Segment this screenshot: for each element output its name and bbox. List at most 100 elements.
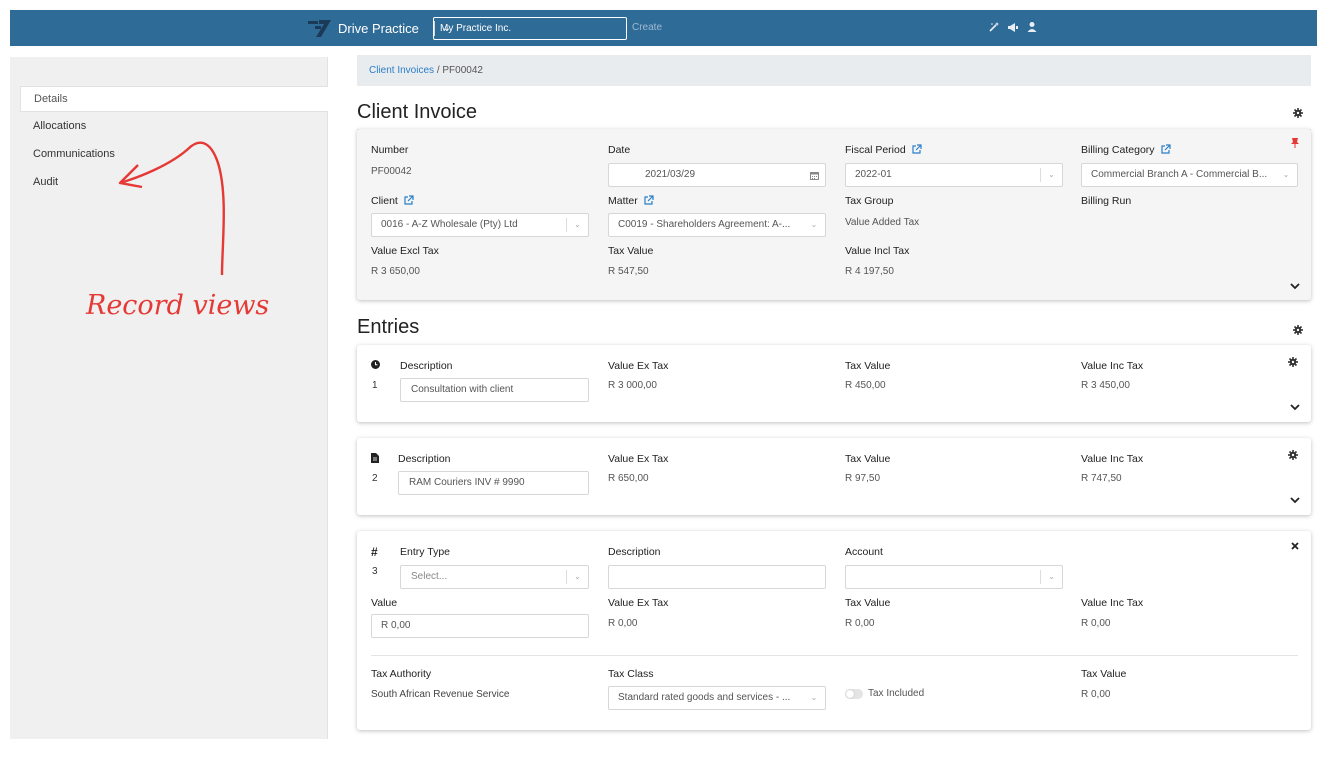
entry-description-label: Description: [398, 453, 451, 465]
user-icon[interactable]: [1026, 21, 1038, 33]
client-select[interactable]: 0016 - A-Z Wholesale (Pty) Ltd ⌄: [371, 213, 589, 237]
billing-category-label-text: Billing Category: [1081, 144, 1155, 156]
tax-class-value: Standard rated goods and services - ...: [618, 692, 791, 703]
fiscal-period-label-text: Fiscal Period: [845, 144, 906, 156]
sidebar-item-details[interactable]: Details: [20, 86, 328, 112]
entry-number: 2: [372, 473, 378, 484]
billing-category-label: Billing Category: [1081, 144, 1171, 156]
entry-value-ex-tax-label: Value Ex Tax: [608, 360, 669, 372]
chevron-down-icon: ⌄: [566, 218, 588, 232]
entry-card-2: 2 Description RAM Couriers INV # 9990 Va…: [357, 438, 1311, 515]
entry-value-inc-tax: R 3 450,00: [1081, 380, 1130, 391]
chevron-down-icon: ⌄: [1282, 170, 1290, 179]
entry-value-inc-tax-label: Value Inc Tax: [1081, 453, 1144, 465]
breadcrumb-current: PF00042: [442, 65, 483, 76]
number-label: Number: [371, 144, 409, 156]
entry-value-ex-tax: R 3 000,00: [608, 380, 657, 391]
entry-value-ex-tax: R 650,00: [608, 473, 649, 484]
client-value: 0016 - A-Z Wholesale (Pty) Ltd: [381, 219, 518, 230]
matter-value: C0019 - Shareholders Agreement: A-...: [618, 219, 791, 230]
entry-type-select[interactable]: Select... ⌄: [400, 565, 589, 589]
billing-run-label: Billing Run: [1081, 195, 1132, 207]
create-link[interactable]: Create: [632, 22, 662, 33]
expand-chevron-icon[interactable]: [1289, 282, 1301, 290]
tax-class-select[interactable]: Standard rated goods and services - ... …: [608, 686, 826, 710]
tax-value: R 0,00: [1081, 689, 1111, 700]
entry-tax-value: R 450,00: [845, 380, 886, 391]
breadcrumb-client-invoices[interactable]: Client Invoices: [369, 65, 434, 76]
gear-icon[interactable]: [1293, 325, 1303, 335]
main-content: Client Invoices / PF00042 Client Invoice: [357, 55, 1311, 130]
external-link-icon[interactable]: [1160, 144, 1171, 154]
external-link-icon[interactable]: [404, 195, 414, 205]
chevron-down-icon: ⌄: [810, 220, 818, 229]
pin-icon[interactable]: [1291, 138, 1299, 148]
fiscal-period-label: Fiscal Period: [845, 144, 922, 156]
tax-value-label: Tax Value: [608, 245, 654, 257]
annotation-record-views: Record views: [86, 290, 270, 321]
practice-select-value: My Practice Inc.: [440, 23, 512, 34]
tax-value: R 547,50: [608, 266, 649, 277]
annotation-arrow-icon: [118, 141, 225, 276]
value-ex-tax-label: Value Ex Tax: [608, 597, 669, 609]
gear-icon[interactable]: [1288, 450, 1298, 460]
calendar-icon[interactable]: [810, 171, 819, 180]
chevron-down-icon: ⌄: [810, 693, 818, 702]
top-bar: Drive Practice My Practice Inc. ⌄ Create: [10, 10, 1317, 46]
breadcrumb-separator: /: [436, 65, 440, 76]
hash-icon: #: [371, 545, 378, 559]
account-select[interactable]: ⌄: [845, 565, 1063, 589]
matter-select[interactable]: C0019 - Shareholders Agreement: A-... ⌄: [608, 213, 826, 237]
close-icon[interactable]: [1291, 542, 1299, 550]
divider: [371, 655, 1298, 656]
client-label: Client: [371, 195, 414, 207]
value-excl-tax-label: Value Excl Tax: [371, 245, 439, 257]
billing-category-select[interactable]: Commercial Branch A - Commercial B... ⌄: [1081, 163, 1298, 187]
practice-select[interactable]: My Practice Inc. ⌄: [433, 17, 627, 40]
brand-logo-icon: [308, 20, 331, 37]
tax-included-label: Tax Included: [868, 688, 925, 699]
entry-type-placeholder: Select...: [411, 571, 448, 582]
billing-category-value: Commercial Branch A - Commercial B...: [1091, 169, 1268, 180]
fiscal-period-select[interactable]: 2022-01 ⌄: [845, 163, 1063, 187]
sidebar: Details Allocations Communications Audit…: [10, 57, 328, 739]
value-inc-tax-label: Value Inc Tax: [1081, 597, 1144, 609]
value-label: Value: [371, 597, 398, 609]
entries-title: Entries: [357, 316, 420, 338]
chevron-down-icon: ⌄: [566, 570, 588, 584]
page-title: Client Invoice: [357, 101, 478, 123]
value-input[interactable]: R 0,00: [371, 614, 589, 638]
tax-value-label: Tax Value: [845, 597, 891, 609]
entry-card-1: 1 Description Consultation with client V…: [357, 345, 1311, 422]
wand-icon[interactable]: [988, 21, 1000, 33]
megaphone-icon[interactable]: [1007, 21, 1019, 33]
tax-authority-value: South African Revenue Service: [371, 689, 510, 700]
description-label: Description: [608, 546, 661, 558]
entry-description-input[interactable]: Consultation with client: [400, 378, 589, 402]
external-link-icon[interactable]: [912, 144, 922, 154]
external-link-icon[interactable]: [644, 195, 654, 205]
tax-included-toggle[interactable]: [845, 689, 863, 699]
tax-value: R 0,00: [845, 618, 875, 629]
new-entry-card: # 3 Entry Type Select... ⌄ Description A…: [357, 531, 1311, 730]
value-excl-tax: R 3 650,00: [371, 266, 420, 277]
entry-tax-value-label: Tax Value: [845, 360, 891, 372]
expand-chevron-icon[interactable]: [1289, 403, 1301, 411]
chevron-down-icon: ⌄: [1040, 570, 1062, 584]
matter-label: Matter: [608, 195, 654, 207]
value-incl-tax: R 4 197,50: [845, 266, 894, 277]
expand-chevron-icon[interactable]: [1289, 496, 1301, 504]
entry-description-input[interactable]: RAM Couriers INV # 9990: [398, 471, 589, 495]
tax-group-value: Value Added Tax: [845, 217, 920, 228]
number-value: PF00042: [371, 166, 412, 177]
gear-icon[interactable]: [1293, 108, 1303, 118]
entry-number: 3: [372, 566, 378, 577]
invoice-details-card: Number PF00042 Date 2021/03/29 Fiscal Pe…: [357, 129, 1311, 300]
description-input[interactable]: [608, 565, 826, 589]
brand[interactable]: Drive Practice: [306, 18, 419, 38]
gear-icon[interactable]: [1288, 357, 1298, 367]
breadcrumb: Client Invoices / PF00042: [357, 55, 1311, 86]
account-label: Account: [845, 546, 883, 558]
date-input[interactable]: 2021/03/29: [608, 163, 826, 187]
document-icon: [371, 453, 379, 463]
